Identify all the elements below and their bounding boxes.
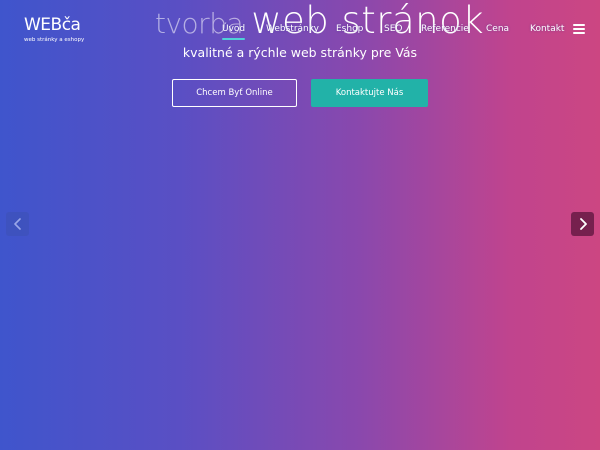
nav-item-seo[interactable]: SEO [384, 22, 402, 36]
logo-wordmark: WEBča [24, 15, 81, 35]
hamburger-line [573, 32, 585, 34]
logo-tagline: web stránky a eshopy [24, 37, 85, 43]
nav-item-eshop[interactable]: Eshop [336, 22, 363, 36]
nav-item-kontakt[interactable]: Kontakt [530, 22, 564, 36]
kontaktujte-nas-button[interactable]: Kontaktujte Nás [311, 79, 428, 107]
hamburger-menu-icon[interactable] [573, 24, 585, 34]
chevron-left-icon [13, 218, 23, 230]
slider-prev-button[interactable] [6, 212, 29, 236]
site-logo[interactable]: WEBča web stránky a eshopy [24, 16, 94, 44]
chevron-right-icon [578, 218, 588, 230]
nav-item-uvod[interactable]: Úvod [222, 22, 246, 40]
chcem-byt-online-button[interactable]: Chcem Byť Online [172, 79, 297, 107]
hero-subtitle: kvalitné a rýchle web stránky pre Vás [182, 45, 418, 60]
nav-item-cena[interactable]: Cena [486, 22, 509, 36]
hamburger-line [573, 24, 585, 26]
hamburger-line [573, 28, 585, 30]
nav-item-webstranky[interactable]: Webstránky [266, 22, 319, 36]
slider-next-button[interactable] [571, 212, 594, 236]
nav-item-referencie[interactable]: Referencie [421, 22, 469, 36]
